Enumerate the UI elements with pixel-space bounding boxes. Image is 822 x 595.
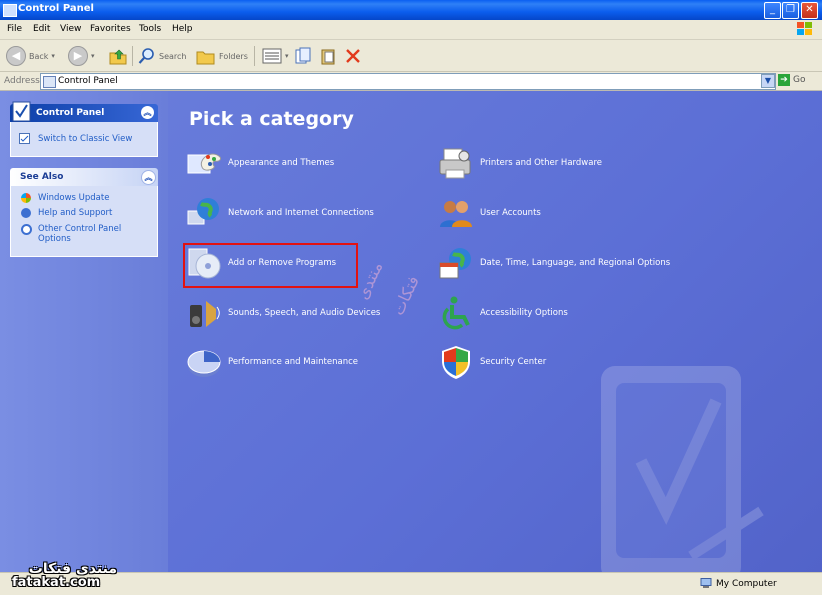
address-value: Control Panel — [58, 76, 118, 86]
control-panel-icon — [43, 76, 56, 88]
appearance-themes-icon — [187, 153, 221, 174]
up-folder-icon — [109, 49, 127, 65]
category-date-time-language[interactable]: Date, Time, Language, and Regional Optio… — [438, 245, 670, 281]
my-computer-icon — [700, 578, 712, 588]
see-also-box-body: Windows Update Help and Support Other Co… — [10, 186, 158, 257]
see-also-box-header[interactable]: See Also ︽ — [10, 168, 158, 186]
copy-to-button[interactable] — [319, 45, 337, 67]
menu-tools[interactable]: Tools — [139, 24, 161, 34]
performance-pie-icon — [187, 350, 221, 377]
category-printers-hardware[interactable]: Printers and Other Hardware — [438, 145, 602, 181]
go-arrow-icon: ➔ — [778, 74, 790, 86]
see-also-box: See Also ︽ Windows Update Help and Suppo… — [10, 168, 158, 257]
control-panel-box-body: Switch to Classic View — [10, 122, 158, 157]
other-options-link-line2[interactable]: Options — [38, 234, 71, 244]
address-bar: Address Control Panel ▼ ➔ Go — [0, 72, 822, 91]
checkmark-watermark-icon — [601, 366, 764, 572]
window-title: Control Panel — [18, 3, 94, 14]
chevron-down-icon: ▾ — [285, 52, 289, 60]
category-appearance-themes[interactable]: Appearance and Themes — [186, 145, 334, 181]
search-button[interactable]: Search — [138, 45, 186, 67]
category-performance-maintenance[interactable]: Performance and Maintenance — [186, 344, 358, 380]
control-panel-box: Control Panel ︽ Switch to Classic View — [10, 101, 158, 157]
category-sounds-speech-audio[interactable]: Sounds, Speech, and Audio Devices — [186, 295, 380, 331]
menu-bar: File Edit View Favorites Tools Help — [0, 20, 822, 40]
toolbar: ◀ Back ▾ ▶ ▾ Search Folders ▾ — [0, 40, 822, 72]
maximize-button[interactable]: ❐ — [782, 2, 799, 19]
category-user-accounts[interactable]: User Accounts — [438, 195, 541, 231]
delete-icon — [346, 49, 360, 63]
address-input[interactable]: Control Panel — [40, 73, 776, 90]
menu-favorites[interactable]: Favorites — [90, 24, 131, 34]
address-dropdown-button[interactable]: ▼ — [761, 74, 775, 88]
minimize-button[interactable]: _ — [764, 2, 781, 19]
collapse-chevron-icon[interactable]: ︽ — [141, 106, 154, 119]
toolbar-separator — [132, 46, 133, 66]
collapse-chevron-icon[interactable]: ︽ — [141, 170, 156, 185]
network-globe-icon — [187, 198, 219, 225]
windows-logo-icon — [797, 22, 812, 35]
menu-view[interactable]: View — [60, 24, 81, 34]
content-area: Control Panel ︽ Switch to Classic View S… — [0, 91, 822, 572]
toolbar-separator — [254, 46, 255, 66]
views-icon — [262, 48, 282, 64]
category-security-center[interactable]: Security Center — [438, 344, 546, 380]
printer-icon — [439, 148, 471, 179]
speaker-icon — [190, 301, 220, 327]
switch-classic-view-link[interactable]: Switch to Classic View — [38, 134, 132, 144]
windows-update-icon — [21, 193, 31, 203]
control-panel-icon — [3, 4, 17, 17]
up-folder-button[interactable] — [108, 45, 128, 67]
page-title: Pick a category — [189, 108, 354, 130]
move-to-icon — [295, 47, 311, 64]
close-button[interactable]: ✕ — [801, 2, 818, 19]
help-support-link[interactable]: Help and Support — [38, 208, 112, 218]
forward-arrow-icon: ▶ — [68, 46, 88, 66]
search-icon — [138, 48, 154, 64]
other-options-link[interactable]: Other Control Panel — [38, 224, 121, 234]
title-bar: Control Panel _ ❐ ✕ — [0, 0, 822, 20]
folders-button[interactable]: Folders — [196, 45, 248, 67]
status-bar: My Computer — [0, 572, 822, 595]
accessibility-icon — [442, 296, 470, 330]
move-to-button[interactable] — [294, 45, 312, 67]
options-icon — [21, 224, 32, 235]
task-pane: Control Panel ︽ Switch to Classic View S… — [0, 91, 168, 572]
category-accessibility[interactable]: Accessibility Options — [438, 295, 568, 331]
go-button[interactable]: ➔ Go — [778, 74, 805, 86]
classic-view-icon — [19, 133, 30, 144]
highlight-box — [183, 243, 358, 288]
category-network-internet[interactable]: Network and Internet Connections — [186, 195, 374, 231]
menu-edit[interactable]: Edit — [33, 24, 50, 34]
views-button[interactable]: ▾ — [262, 45, 289, 67]
shield-icon — [442, 346, 470, 379]
folders-icon — [196, 51, 215, 65]
windows-update-link[interactable]: Windows Update — [38, 193, 109, 203]
user-accounts-icon — [440, 201, 472, 227]
chevron-down-icon: ▾ — [91, 52, 95, 60]
control-panel-icon — [12, 101, 31, 122]
back-arrow-icon: ◀ — [6, 46, 26, 66]
address-label: Address — [4, 76, 40, 86]
forward-button[interactable]: ▶ ▾ — [68, 45, 95, 67]
menu-help[interactable]: Help — [172, 24, 193, 34]
delete-button[interactable] — [344, 45, 362, 67]
chevron-down-icon: ▾ — [51, 52, 55, 60]
date-time-globe-icon — [439, 248, 471, 279]
watermark-text: فتكات — [388, 272, 423, 319]
control-panel-box-header[interactable]: Control Panel ︽ — [10, 101, 158, 122]
help-support-icon — [21, 208, 31, 218]
status-location: My Computer — [700, 578, 777, 589]
back-button[interactable]: ◀ Back ▾ — [6, 45, 55, 67]
site-watermark-logo: منتدى فتكات fatakat.com — [12, 561, 117, 590]
menu-file[interactable]: File — [7, 24, 22, 34]
paste-icon — [321, 49, 335, 65]
